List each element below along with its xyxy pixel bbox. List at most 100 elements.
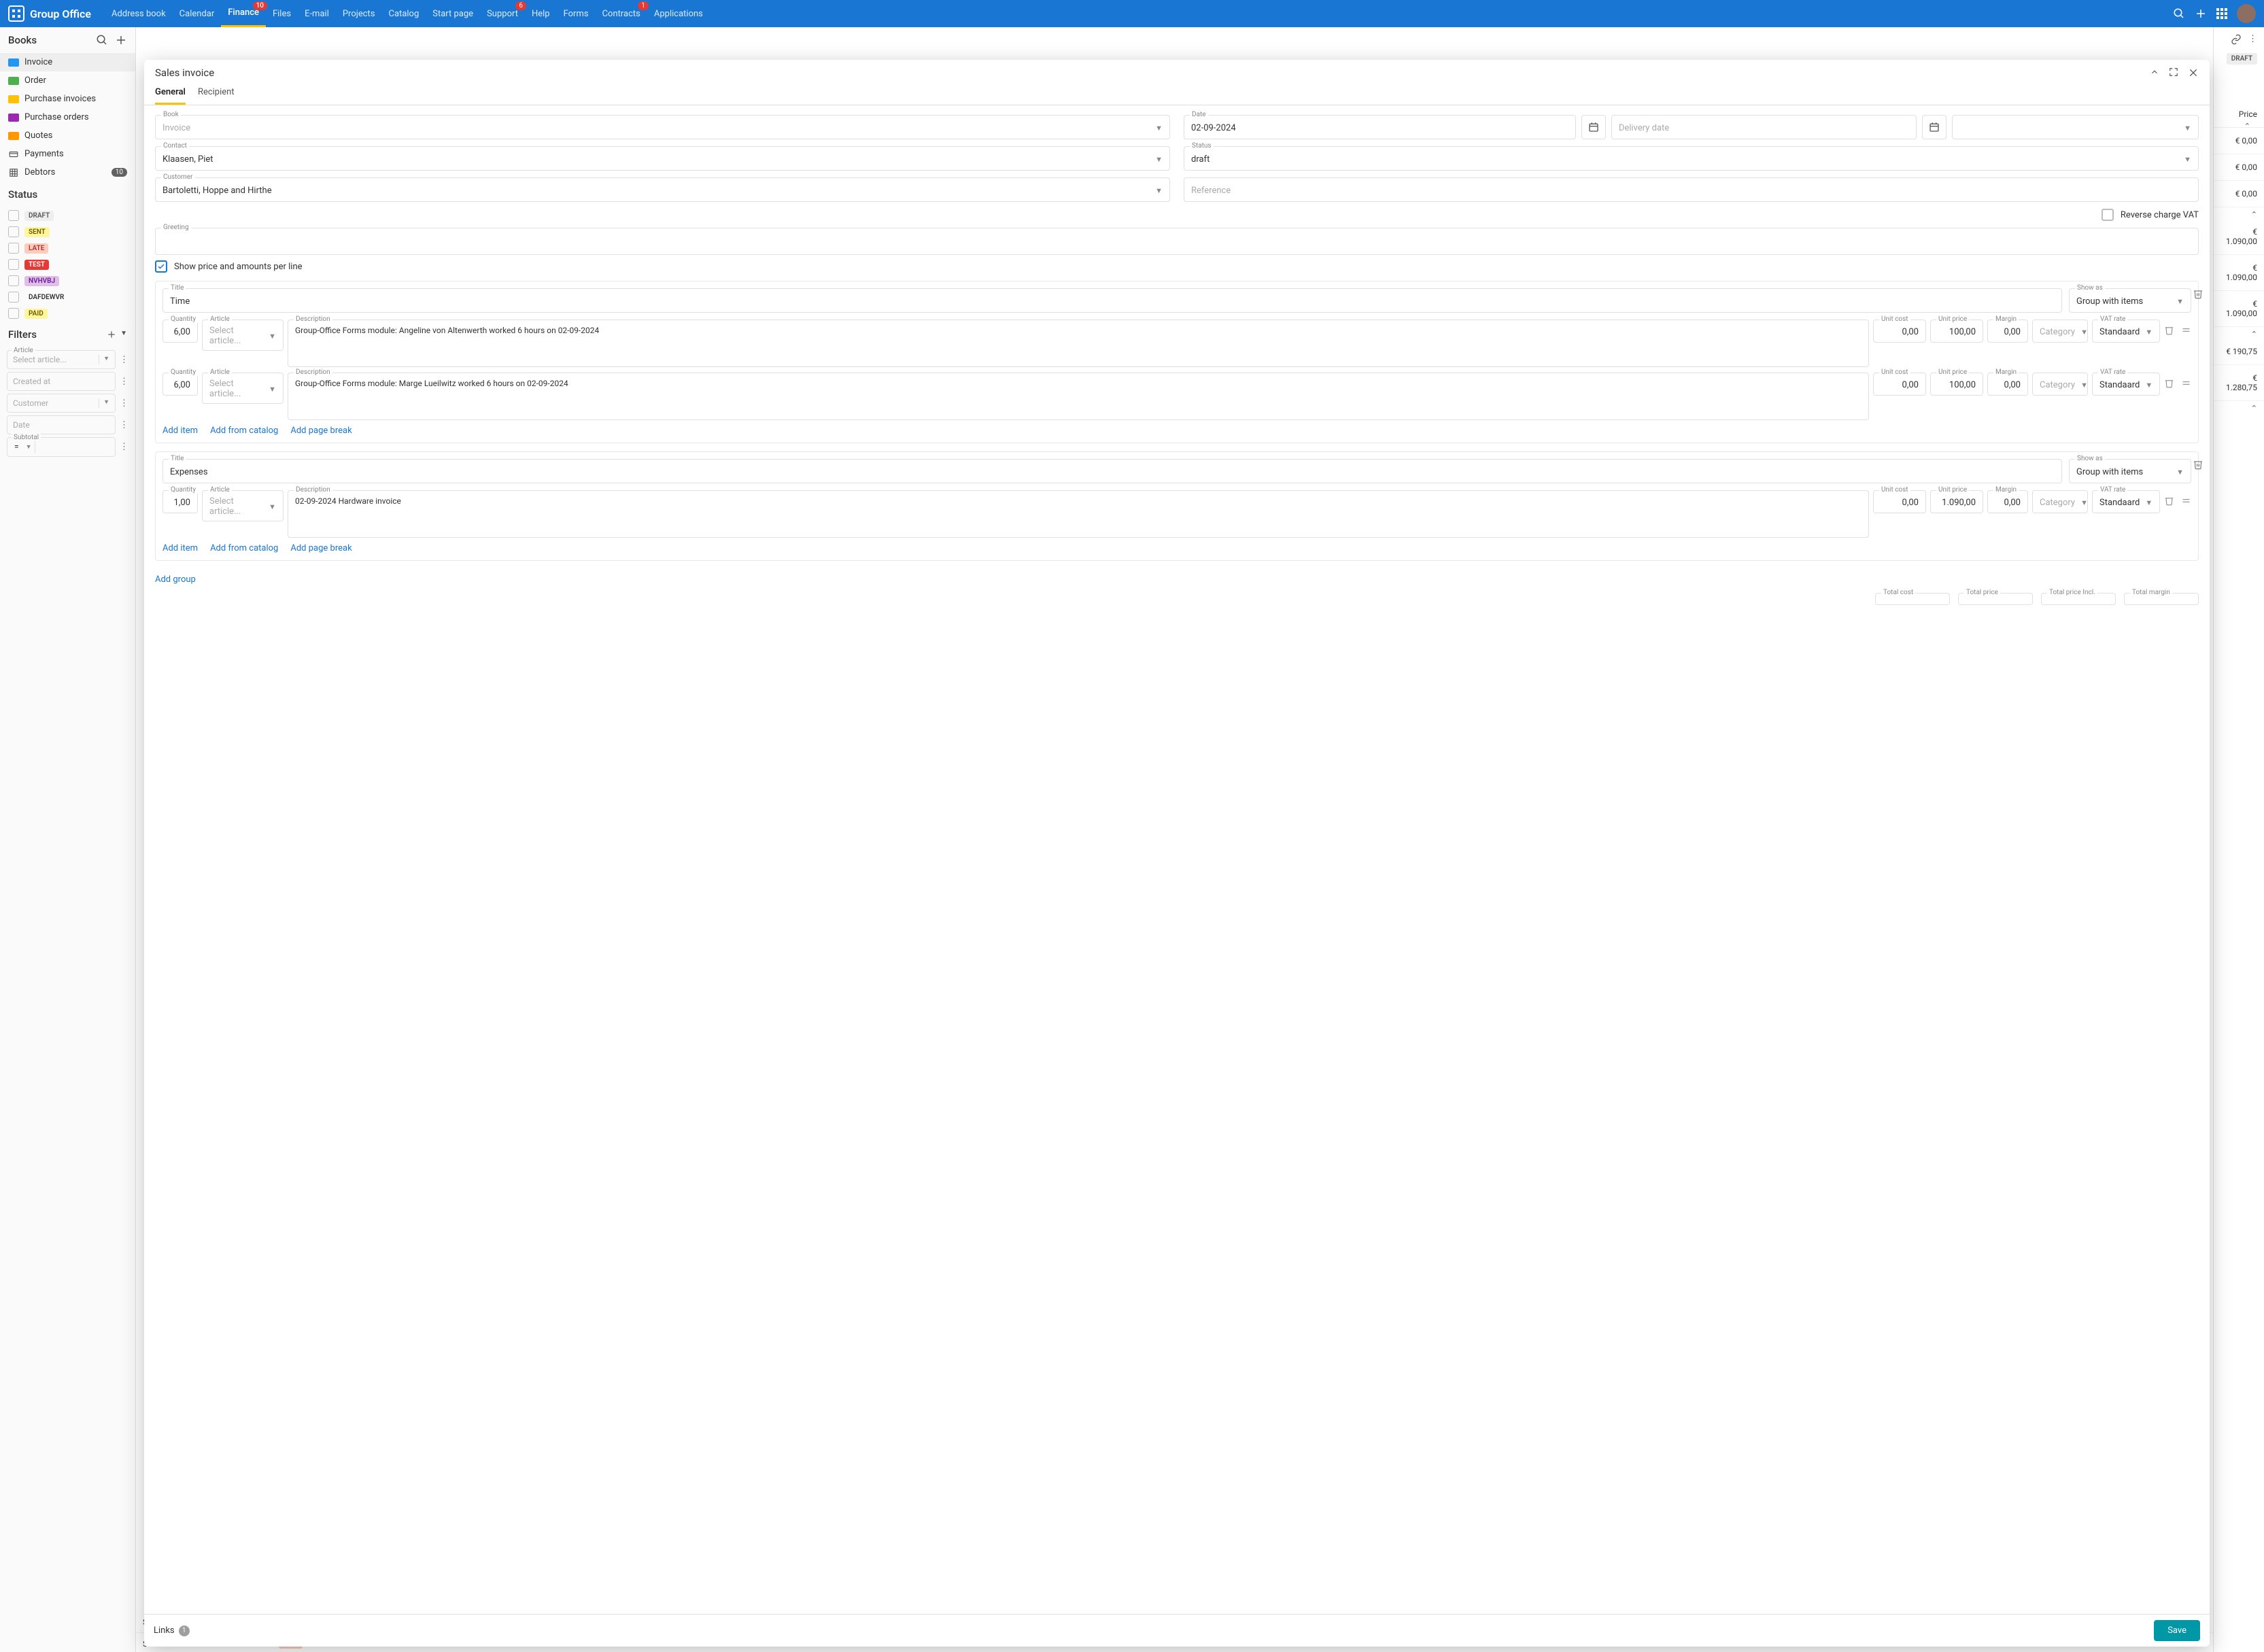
vat-field[interactable]: VAT rateStandaard▼ [2092,320,2160,343]
drag-icon[interactable] [2181,325,2191,335]
chevron-down-icon[interactable]: ▼ [263,385,276,394]
nav-item-address-book[interactable]: Address book [105,0,173,27]
unit-price-field[interactable]: Unit price100,00 [1930,373,1983,396]
sidebar-item-debtors[interactable]: Debtors10 [0,163,135,182]
checkbox[interactable] [8,292,19,303]
add-page-break-link[interactable]: Add page break [290,426,351,436]
checkbox[interactable] [8,275,19,286]
nav-item-contracts[interactable]: Contracts1 [596,0,647,27]
chevron-down-icon[interactable]: ▼ [1150,155,1163,164]
nav-item-forms[interactable]: Forms [557,0,596,27]
links-section[interactable]: Links 1 [154,1625,190,1636]
chevron-down-icon[interactable]: ▼ [2171,468,2184,477]
delete-icon[interactable] [2164,496,2174,506]
checkbox[interactable] [8,308,19,319]
status-item-sent[interactable]: SENT [0,224,135,240]
article-filter[interactable]: Article Select article... ▼ [7,350,116,369]
add-group-link[interactable]: Add group [155,574,196,585]
extra-select[interactable]: ▼ [1952,115,2199,139]
margin-field[interactable]: Margin0,00 [1987,490,2028,513]
fullscreen-icon[interactable] [2169,67,2178,78]
nav-item-help[interactable]: Help [525,0,557,27]
status-item-nvhvbj[interactable]: NVHVBJ [0,273,135,289]
reverse-vat-checkbox[interactable] [2102,209,2114,221]
chevron-down-icon[interactable]: ▼ [2140,381,2152,390]
more-icon[interactable]: ⋮ [2248,34,2257,45]
chevron-down-icon[interactable]: ▼ [2178,155,2191,164]
margin-field[interactable]: Margin0,00 [1987,320,2028,343]
status-item-late[interactable]: LATE [0,240,135,256]
search-icon[interactable] [2173,7,2185,20]
chevron-down-icon[interactable]: ▼ [2178,124,2191,133]
chevron-down-icon[interactable]: ▼ [2171,297,2184,306]
chevron-down-icon[interactable]: ▼ [2140,498,2152,507]
nav-item-finance[interactable]: Finance10 [221,0,266,27]
add-from-catalog-link[interactable]: Add from catalog [210,426,278,436]
more-icon[interactable]: ⋮ [120,398,128,409]
subtotal-filter[interactable]: Subtotal = ▼ [7,437,116,457]
nav-item-files[interactable]: Files [266,0,298,27]
nav-item-support[interactable]: Support6 [480,0,525,27]
nav-item-applications[interactable]: Applications [647,0,710,27]
drag-icon[interactable] [2181,496,2191,506]
collapse-icon[interactable] [2150,67,2159,78]
status-item-dafdewvr[interactable]: DAFDEWVR [0,289,135,305]
close-icon[interactable] [2188,67,2199,78]
delete-icon[interactable] [2193,459,2203,470]
nav-item-catalog[interactable]: Catalog [382,0,426,27]
link-icon[interactable] [2231,34,2242,45]
chevron-down-icon[interactable]: ▼ [2075,328,2088,337]
quantity-field[interactable]: Quantity1,00 [162,490,198,513]
group-title-field[interactable]: Title Time [162,288,2062,313]
app-logo[interactable]: Group Office [8,5,91,22]
add-icon[interactable] [2195,7,2207,20]
more-icon[interactable]: ⋮ [120,420,128,430]
delivery-date-field[interactable]: Delivery date [1611,115,1917,139]
category-field[interactable]: Category▼ [2032,373,2088,396]
margin-field[interactable]: Margin0,00 [1987,373,2028,396]
description-field[interactable]: DescriptionGroup-Office Forms module: An… [288,320,1869,367]
chevron-down-icon[interactable]: ▼ [2075,381,2088,390]
unit-cost-field[interactable]: Unit cost0,00 [1873,373,1926,396]
chevron-down-icon[interactable]: ▼ [2075,498,2088,507]
delete-icon[interactable] [2193,288,2203,299]
more-icon[interactable]: ⋮ [120,442,128,452]
quantity-field[interactable]: Quantity6,00 [162,373,198,396]
show-as-field[interactable]: Show as Group with items ▼ [2069,459,2191,483]
unit-price-field[interactable]: Unit price100,00 [1930,320,1983,343]
nav-item-e-mail[interactable]: E-mail [298,0,336,27]
sidebar-item-payments[interactable]: Payments [0,145,135,163]
chevron-up-icon[interactable]: ⌃ [2214,327,2264,339]
tab-recipient[interactable]: Recipient [198,82,235,105]
calendar-icon[interactable] [1581,115,1606,139]
category-field[interactable]: Category▼ [2032,320,2088,343]
avatar[interactable] [2237,4,2256,23]
quantity-field[interactable]: Quantity6,00 [162,320,198,343]
unit-cost-field[interactable]: Unit cost0,00 [1873,490,1926,513]
add-item-link[interactable]: Add item [162,426,198,436]
calendar-icon[interactable] [1922,115,1946,139]
delete-icon[interactable] [2164,378,2174,388]
description-field[interactable]: Description02-09-2024 Hardware invoice [288,490,1869,538]
nav-item-projects[interactable]: Projects [336,0,382,27]
checkbox[interactable] [8,226,19,237]
show-price-checkbox[interactable] [155,260,167,273]
checkbox[interactable] [8,243,19,254]
status-item-test[interactable]: TEST [0,256,135,273]
greeting-field[interactable]: Greeting [155,228,2199,255]
customer-filter[interactable]: Customer ▼ [7,394,116,413]
status-field[interactable]: Status draft ▼ [1184,146,2199,171]
status-item-draft[interactable]: DRAFT [0,207,135,224]
add-page-break-link[interactable]: Add page break [290,543,351,553]
delete-icon[interactable] [2164,325,2174,335]
created-at-filter[interactable]: Created at [7,372,116,391]
checkbox[interactable] [8,259,19,270]
vat-field[interactable]: VAT rateStandaard▼ [2092,373,2160,396]
sidebar-item-purchase-invoices[interactable]: Purchase invoices [0,90,135,108]
description-field[interactable]: DescriptionGroup-Office Forms module: Ma… [288,373,1869,420]
nav-item-start-page[interactable]: Start page [426,0,480,27]
checkbox[interactable] [8,210,19,221]
nav-item-calendar[interactable]: Calendar [173,0,222,27]
tab-general[interactable]: General [155,82,186,105]
chevron-down-icon[interactable]: ▼ [99,398,109,408]
